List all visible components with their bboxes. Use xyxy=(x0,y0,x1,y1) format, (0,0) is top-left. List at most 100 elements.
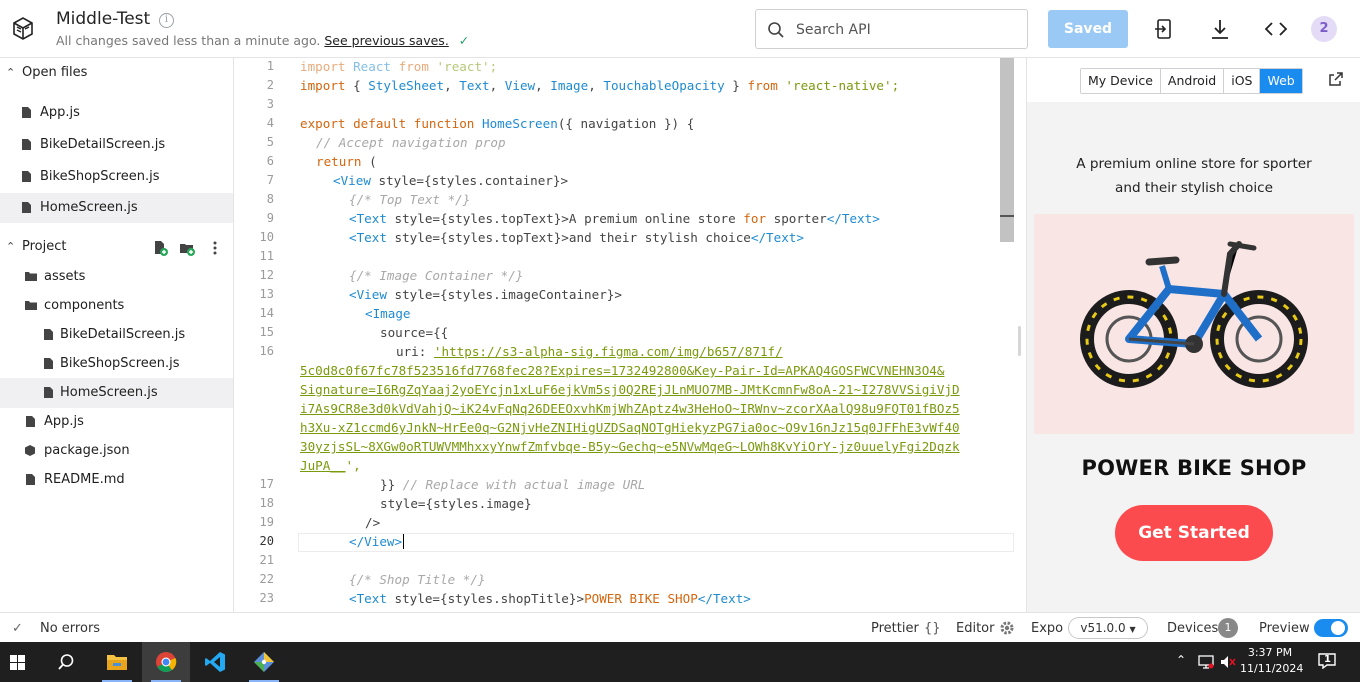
code-line: import React from 'react'; xyxy=(300,59,498,74)
tree-label: assets xyxy=(44,269,86,284)
volume-muted-icon[interactable] xyxy=(1220,655,1236,669)
open-file-item[interactable]: App.js xyxy=(0,98,233,128)
network-icon[interactable] xyxy=(1198,655,1214,669)
open-file-item-active[interactable]: HomeScreen.js xyxy=(0,193,233,223)
open-file-label: BikeDetailScreen.js xyxy=(40,137,166,152)
chevron-up-icon[interactable]: ⌃ xyxy=(1176,653,1186,667)
download-icon[interactable] xyxy=(1208,17,1232,41)
code-line-wrap: h3Xu-xZ1ccmd6yJnkN~HrEe0q~G2NjvHeZNIHigU… xyxy=(300,420,960,435)
code-line: style={styles.image} xyxy=(380,496,532,511)
line-number: 20 xyxy=(259,534,274,548)
line-number: 5 xyxy=(266,135,274,149)
no-errors-check-icon: ✓ xyxy=(12,621,23,636)
devices-label[interactable]: Devices xyxy=(1167,621,1218,636)
code-line-wrap: 30yzjsSL~8XGw0oRTUWVMMhxxyYnwfZmfvbqe-B5… xyxy=(300,439,960,454)
code-line: <Text style={styles.topText}>A premium o… xyxy=(349,211,880,226)
notifications-icon[interactable]: 1 xyxy=(1318,653,1336,670)
line-number: 9 xyxy=(266,211,274,225)
code-line: source={{ xyxy=(380,325,449,340)
tree-file[interactable]: BikeShopScreen.js xyxy=(0,349,233,379)
tree-folder-assets[interactable]: assets xyxy=(0,262,233,292)
search-api-input[interactable]: Search API xyxy=(755,9,1028,49)
taskbar-git-app[interactable] xyxy=(240,642,288,682)
tree-label: App.js xyxy=(44,414,84,429)
line-number: 15 xyxy=(259,325,274,339)
tab-web[interactable]: Web xyxy=(1260,69,1302,93)
code-icon[interactable] xyxy=(1264,17,1288,41)
line-number: 10 xyxy=(259,230,274,244)
app-preview-frame: A premium online store for sporter and t… xyxy=(1027,102,1360,612)
line-number: 1 xyxy=(266,59,274,73)
search-icon xyxy=(58,654,74,670)
open-files-section[interactable]: ⌃ Open files xyxy=(0,61,234,87)
windows-logo-icon xyxy=(10,655,25,670)
code-line: <Text style={styles.topText}>and their s… xyxy=(349,230,804,245)
line-number: 22 xyxy=(259,572,274,586)
open-in-new-window-icon[interactable] xyxy=(1328,71,1344,87)
taskbar-search-button[interactable] xyxy=(42,642,90,682)
file-icon xyxy=(22,139,31,150)
previous-saves-link[interactable]: See previous saves. xyxy=(324,33,448,48)
devices-count-badge: 1 xyxy=(1218,618,1238,638)
info-icon[interactable]: i xyxy=(159,13,174,28)
export-icon[interactable] xyxy=(1152,17,1176,41)
tab-ios[interactable]: iOS xyxy=(1224,69,1261,93)
tree-file[interactable]: README.md xyxy=(0,465,233,495)
saved-button[interactable]: Saved xyxy=(1048,10,1128,48)
preview-toggle[interactable] xyxy=(1314,619,1348,637)
folder-icon xyxy=(107,655,127,670)
avatar[interactable]: 2 xyxy=(1311,16,1337,42)
start-button[interactable] xyxy=(0,642,48,682)
prettier-icon[interactable]: {} xyxy=(924,621,941,636)
open-file-item[interactable]: BikeDetailScreen.js xyxy=(0,130,233,160)
taskbar-chrome[interactable] xyxy=(142,642,190,682)
code-line: {/* Image Container */} xyxy=(349,268,524,283)
taskbar-file-explorer[interactable] xyxy=(93,642,141,682)
system-clock[interactable]: 3:37 PM 11/11/2024 xyxy=(1240,645,1303,677)
project-title[interactable]: Middle-Test xyxy=(56,9,150,29)
file-icon xyxy=(22,202,31,213)
snack-logo-icon[interactable] xyxy=(8,14,38,44)
code-line: {/* Top Text */} xyxy=(349,192,471,207)
project-label: Project xyxy=(22,239,67,254)
new-file-icon[interactable] xyxy=(152,240,168,256)
file-icon xyxy=(44,358,53,369)
more-options-icon[interactable] xyxy=(207,240,223,256)
code-line: return ( xyxy=(316,154,377,169)
gear-icon[interactable] xyxy=(999,620,1015,636)
code-line: <View style={styles.imageContainer}> xyxy=(349,287,622,302)
open-file-label: App.js xyxy=(40,105,80,120)
tab-android[interactable]: Android xyxy=(1160,69,1225,93)
tree-label: HomeScreen.js xyxy=(60,385,158,400)
expo-version-select[interactable]: v51.0.0 ▼ xyxy=(1068,617,1148,639)
expo-version-value: v51.0.0 xyxy=(1080,621,1126,635)
tree-folder-components[interactable]: components xyxy=(0,291,233,321)
chevron-up-icon: ⌃ xyxy=(6,66,16,79)
open-file-item[interactable]: BikeShopScreen.js xyxy=(0,162,233,192)
code-line: export default function HomeScreen({ nav… xyxy=(300,116,695,131)
tree-file[interactable]: package.json xyxy=(0,436,233,466)
tree-file[interactable]: App.js xyxy=(0,407,233,437)
taskbar-vscode[interactable] xyxy=(191,642,239,682)
current-line-highlight xyxy=(298,533,1014,552)
new-folder-icon[interactable] xyxy=(179,240,195,256)
errors-status[interactable]: No errors xyxy=(40,621,100,636)
line-number: 6 xyxy=(266,154,274,168)
code-line: <View style={styles.container}> xyxy=(333,173,569,188)
code-line: </View> xyxy=(349,534,405,549)
line-number: 16 xyxy=(259,344,274,358)
code-line: {/* Shop Title */} xyxy=(349,572,486,587)
notification-count: 1 xyxy=(1324,654,1331,665)
file-icon xyxy=(44,329,53,340)
code-editor[interactable]: 1 2 3 4 5 6 7 8 9 10 11 12 13 14 15 16 17 18 19 20 21 22 23 im… xyxy=(234,58,1026,612)
prettier-label[interactable]: Prettier xyxy=(871,621,919,636)
editor-label[interactable]: Editor xyxy=(956,621,994,636)
get-started-button[interactable]: Get Started xyxy=(1115,505,1273,561)
code-line: }} // Replace with actual image URL xyxy=(380,477,646,492)
tab-my-device[interactable]: My Device xyxy=(1081,69,1161,93)
tree-file[interactable]: BikeDetailScreen.js xyxy=(0,320,233,350)
project-section[interactable]: ⌃ Project xyxy=(0,235,234,261)
resize-handle[interactable] xyxy=(1018,326,1021,356)
file-icon xyxy=(22,107,31,118)
tree-file-active[interactable]: HomeScreen.js xyxy=(0,378,233,408)
